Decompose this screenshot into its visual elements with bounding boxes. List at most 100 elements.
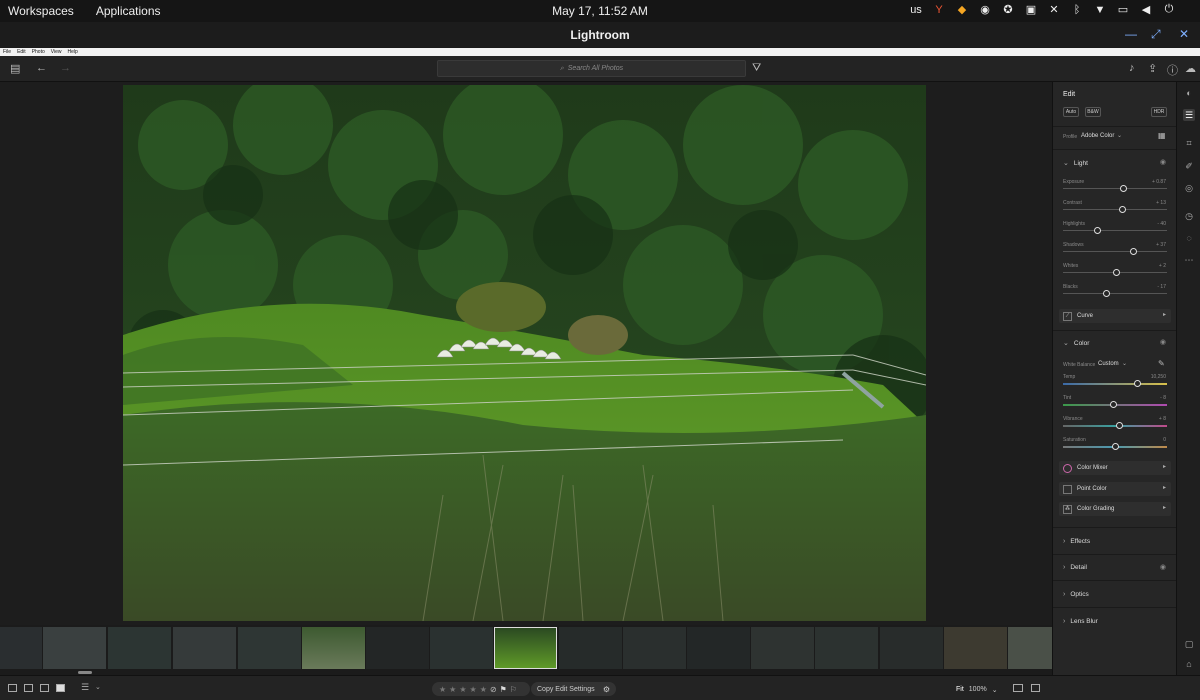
panel-toggle-icon[interactable]: ▤ bbox=[10, 62, 20, 75]
keyboard-layout-indicator[interactable]: us bbox=[909, 4, 923, 16]
compare-view-icon[interactable] bbox=[40, 684, 49, 692]
light-visibility-icon[interactable]: ◉ bbox=[1160, 158, 1166, 166]
color-grading-row[interactable]: ⁂ Color Grading ▸ bbox=[1059, 502, 1171, 516]
color-mixer-row[interactable]: Color Mixer ▸ bbox=[1059, 461, 1171, 475]
reject-flag-icon[interactable]: ⊘ bbox=[490, 685, 497, 694]
slider-value[interactable]: 10,250 bbox=[1151, 374, 1166, 380]
filter-icon[interactable]: ⛛ bbox=[752, 62, 761, 75]
light-section-header[interactable]: ⌄ Light bbox=[1063, 159, 1088, 168]
curve-row[interactable]: ⟋ Curve ▸ bbox=[1059, 309, 1171, 323]
color-section-header[interactable]: ⌄ Color bbox=[1063, 339, 1089, 348]
photo-preview[interactable] bbox=[123, 85, 926, 621]
slider-value[interactable]: - 40 bbox=[1157, 221, 1166, 227]
profile-chevron-icon[interactable]: ⌄ bbox=[1117, 132, 1122, 139]
detail-visibility-icon[interactable]: ◉ bbox=[1160, 563, 1166, 571]
color-visibility-icon[interactable]: ◉ bbox=[1160, 338, 1166, 346]
menu-photo[interactable]: Photo bbox=[32, 48, 45, 56]
filmstrip-thumb[interactable] bbox=[0, 627, 42, 669]
slider-track[interactable] bbox=[1063, 251, 1167, 252]
grid-view-icon[interactable] bbox=[8, 684, 17, 692]
white-balance-chevron-icon[interactable]: ⌄ bbox=[1122, 360, 1127, 367]
keywords-icon[interactable]: ⌂ bbox=[1183, 658, 1195, 670]
zoom-value[interactable]: 100% bbox=[969, 686, 987, 694]
slider-track[interactable] bbox=[1063, 188, 1167, 189]
filmstrip-thumb[interactable] bbox=[108, 627, 171, 669]
detail-view-icon[interactable] bbox=[56, 684, 65, 692]
eyedropper-icon[interactable]: ✎ bbox=[1158, 359, 1165, 368]
filmstrip-thumb[interactable] bbox=[687, 627, 750, 669]
copy-edit-settings-button[interactable]: Copy Edit Settings ⚙ bbox=[531, 682, 616, 696]
mute-icon[interactable]: ✕ bbox=[1047, 3, 1061, 16]
slider-track[interactable] bbox=[1063, 230, 1167, 231]
share-icon[interactable]: ⇪ bbox=[1148, 62, 1157, 75]
notifications-icon[interactable]: ♪ bbox=[1129, 62, 1135, 74]
point-color-row[interactable]: Point Color ▸ bbox=[1059, 482, 1171, 496]
auto-button[interactable]: Auto bbox=[1063, 107, 1079, 117]
filmstrip-thumb[interactable] bbox=[880, 627, 943, 669]
slider-thumb[interactable] bbox=[1119, 185, 1127, 192]
split-view-icon[interactable] bbox=[1031, 684, 1040, 692]
tray-diamond-icon[interactable]: ◆ bbox=[955, 3, 969, 16]
wifi-icon[interactable]: ▼ bbox=[1093, 4, 1107, 16]
menu-file[interactable]: File bbox=[3, 48, 11, 56]
sort-icon[interactable]: ☰ bbox=[81, 682, 89, 693]
slider-thumb[interactable] bbox=[1112, 269, 1120, 276]
slider-thumb[interactable] bbox=[1118, 206, 1126, 213]
masking-icon[interactable]: ◎ bbox=[1183, 182, 1195, 194]
slider-thumb[interactable] bbox=[1134, 380, 1142, 387]
zoom-chevron-icon[interactable]: ⌄ bbox=[992, 686, 998, 694]
bw-button[interactable]: B&W bbox=[1085, 107, 1101, 117]
close-icon[interactable]: ✕ bbox=[1179, 27, 1189, 41]
star-5-icon[interactable]: ★ bbox=[480, 685, 487, 694]
slider-track[interactable] bbox=[1063, 209, 1167, 210]
slider-thumb[interactable] bbox=[1093, 227, 1101, 234]
versions-icon[interactable]: ◷ bbox=[1183, 210, 1195, 222]
slider-thumb[interactable] bbox=[1130, 248, 1138, 255]
filmstrip-thumb[interactable] bbox=[366, 627, 429, 669]
presets-icon[interactable]: ◐ bbox=[1183, 87, 1195, 99]
slider-value[interactable]: 0 bbox=[1163, 437, 1166, 443]
detail-section-header[interactable]: › Detail bbox=[1063, 564, 1087, 571]
fit-label[interactable]: Fit bbox=[956, 686, 964, 694]
slider-value[interactable]: + 2 bbox=[1159, 263, 1166, 269]
slider-thumb[interactable] bbox=[1111, 443, 1119, 450]
gear-icon[interactable]: ⚙ bbox=[603, 685, 610, 694]
slider-value[interactable]: - 17 bbox=[1157, 284, 1166, 290]
slider-value[interactable]: + 0.87 bbox=[1152, 179, 1166, 185]
discord-icon[interactable]: ◉ bbox=[978, 3, 992, 16]
more-icon[interactable]: ⋯ bbox=[1183, 254, 1195, 266]
zoom-control[interactable]: Fit 100% ⌄ bbox=[956, 686, 998, 694]
crop-icon[interactable]: ⌗ bbox=[1183, 137, 1195, 149]
volume-icon[interactable]: ◀ bbox=[1139, 3, 1153, 16]
tray-app-icon[interactable]: Y bbox=[932, 4, 946, 16]
gamepad-icon[interactable]: ▣ bbox=[1024, 3, 1038, 16]
star-2-icon[interactable]: ★ bbox=[449, 685, 456, 694]
filmstrip-thumb-selected[interactable] bbox=[494, 627, 557, 669]
slider-value[interactable]: - 8 bbox=[1160, 395, 1166, 401]
filmstrip-thumb[interactable] bbox=[1008, 627, 1052, 669]
optics-section-header[interactable]: › Optics bbox=[1063, 591, 1089, 598]
star-3-icon[interactable]: ★ bbox=[459, 685, 466, 694]
profile-browser-icon[interactable]: ▦ bbox=[1158, 131, 1166, 140]
accessibility-icon[interactable]: ✪ bbox=[1001, 3, 1015, 16]
before-after-icon[interactable] bbox=[1013, 684, 1023, 692]
slider-thumb[interactable] bbox=[1115, 422, 1123, 429]
filmstrip-scrollbar[interactable] bbox=[78, 671, 92, 674]
comments-icon[interactable]: ▢ bbox=[1183, 638, 1195, 650]
effects-section-header[interactable]: › Effects bbox=[1063, 538, 1090, 545]
square-grid-view-icon[interactable] bbox=[24, 684, 33, 692]
forward-arrow-icon[interactable]: → bbox=[60, 62, 71, 74]
cloud-sync-icon[interactable]: ☁ bbox=[1185, 62, 1196, 75]
white-balance-select[interactable]: Custom bbox=[1098, 361, 1119, 367]
menu-view[interactable]: View bbox=[51, 48, 62, 56]
filmstrip-thumb[interactable] bbox=[944, 627, 1007, 669]
filmstrip-thumb[interactable] bbox=[302, 627, 365, 669]
minimize-icon[interactable]: — bbox=[1125, 27, 1137, 41]
sort-chevron-icon[interactable]: ⌄ bbox=[95, 683, 101, 691]
star-1-icon[interactable]: ★ bbox=[439, 685, 446, 694]
slider-track[interactable] bbox=[1063, 383, 1167, 385]
redeye-icon[interactable]: ◌ bbox=[1183, 232, 1195, 244]
slider-track[interactable] bbox=[1063, 293, 1167, 294]
rating-flag-control[interactable]: ★ ★ ★ ★ ★ ⊘ ⚑ ⚐ bbox=[432, 682, 530, 696]
lens-blur-section-header[interactable]: › Lens Blur bbox=[1063, 618, 1098, 625]
